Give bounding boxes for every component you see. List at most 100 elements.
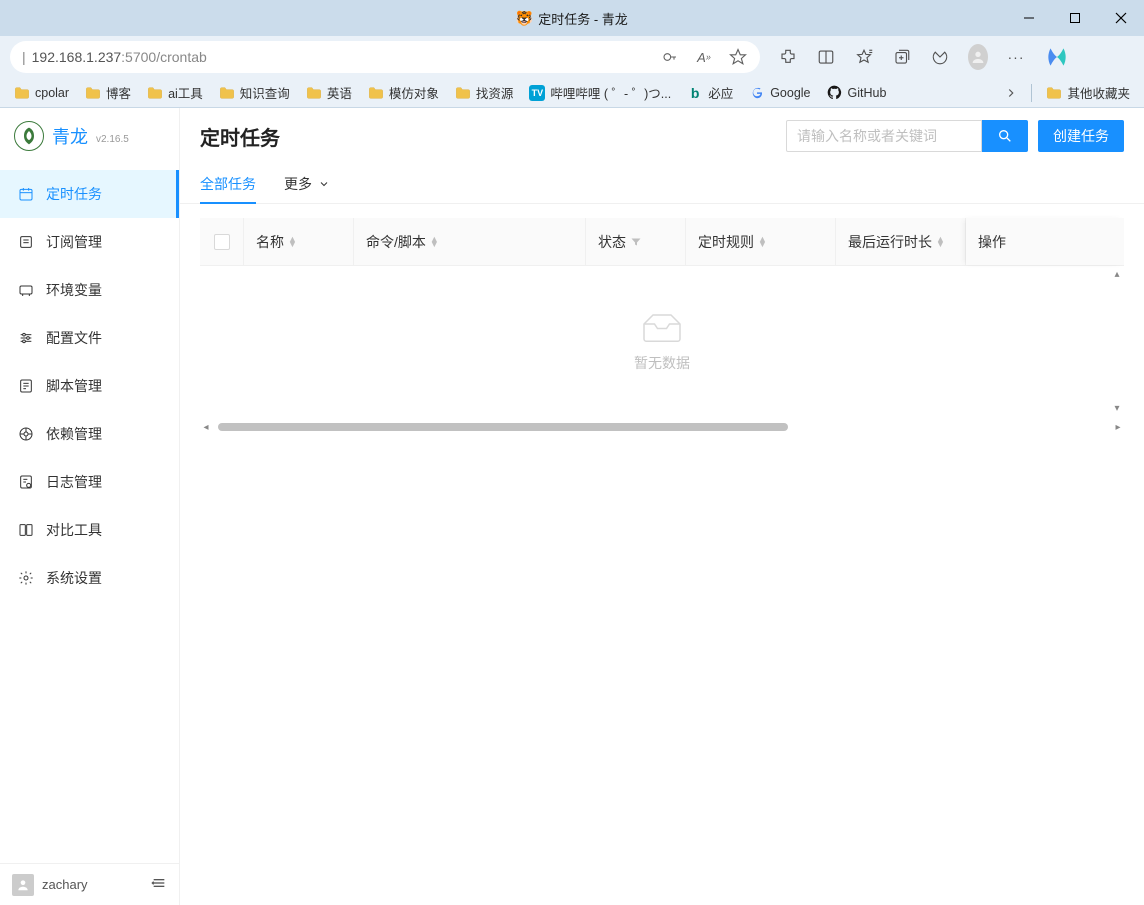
settings-icon [18,570,34,586]
sidebar-item-label: 环境变量 [46,280,102,300]
sort-icon: ▲▼ [430,237,439,247]
tab-more-label: 更多 [284,174,312,194]
scroll-down-arrow-icon: ▾ [1111,402,1123,414]
user-avatar-icon[interactable] [12,874,34,896]
sidebar-item-subscribe[interactable]: 订阅管理 [0,218,179,266]
create-task-button[interactable]: 创建任务 [1038,120,1124,152]
close-button[interactable] [1098,0,1144,36]
bookmark-item[interactable]: TV 哔哩哔哩 ( ゜- ゜)つ... [525,81,675,104]
collections-icon[interactable] [892,47,912,67]
folder-icon [368,86,384,100]
sidebar-item-label: 配置文件 [46,328,102,348]
sidebar-item-label: 对比工具 [46,520,102,540]
vertical-scrollbar[interactable]: ▴ ▾ [1112,266,1122,416]
google-icon [749,85,765,101]
split-screen-icon[interactable] [816,47,836,67]
tab-more[interactable]: 更多 [284,164,330,203]
th-name-label: 名称 [256,232,284,252]
folder-icon [455,86,471,100]
sidebar-item-clock[interactable]: 定时任务 [0,170,179,218]
sidebar-collapse-icon[interactable] [151,875,167,894]
google-icon [750,86,764,100]
folder-icon [14,86,30,100]
chevron-down-icon [318,178,330,190]
minimize-button[interactable] [1006,0,1052,36]
sidebar-item-label: 系统设置 [46,568,102,588]
favorites-icon[interactable] [854,47,874,67]
window-controls [1006,0,1144,36]
search-input[interactable] [786,120,982,152]
bookmark-item[interactable]: 找资源 [451,81,518,104]
bing-icon: b [687,85,703,101]
th-name[interactable]: 名称▲▼ [244,218,354,265]
th-checkbox [200,218,244,265]
performance-icon[interactable] [930,47,950,67]
search-button[interactable] [982,120,1028,152]
th-status[interactable]: 状态 [586,218,686,265]
tab-all-tasks[interactable]: 全部任务 [200,164,256,203]
content: 定时任务 创建任务 全部任务 更多 名称▲▼ 命令/脚本▲▼ 状态 定时规则▲▼… [180,108,1144,905]
bookmark-item[interactable]: b必应 [683,81,737,104]
copilot-icon[interactable] [1044,44,1070,70]
empty-state: 暂无数据 ▴ ▾ [200,266,1124,416]
horizontal-scrollbar[interactable]: ◂ ▸ [200,420,1124,434]
th-action: 操作 [966,218,1124,265]
sidebar-item-deps[interactable]: 依赖管理 [0,410,179,458]
profile-avatar[interactable] [968,47,988,67]
bili-icon: TV [529,85,545,101]
sidebar-item-label: 定时任务 [46,184,102,204]
bookmark-item[interactable]: 英语 [302,81,356,104]
th-duration[interactable]: 最后运行时长▲▼ [836,218,966,265]
bookmark-item[interactable]: cpolar [10,81,73,104]
scroll-left-arrow-icon: ◂ [200,421,212,433]
bookmark-item[interactable]: GitHub [823,81,891,104]
bookmarks-overflow-icon[interactable] [1001,83,1021,103]
bookmarks-divider [1031,84,1032,102]
bookmark-item[interactable]: 博客 [81,81,135,104]
sidebar-item-diff[interactable]: 对比工具 [0,506,179,554]
sidebar-item-label: 脚本管理 [46,376,102,396]
bookmark-label: 找资源 [476,83,514,102]
logs-icon [18,474,34,490]
sidebar-item-config[interactable]: 配置文件 [0,314,179,362]
scroll-up-arrow-icon: ▴ [1111,268,1123,280]
app-container: 青龙 v2.16.5 定时任务订阅管理环境变量配置文件脚本管理依赖管理日志管理对… [0,108,1144,905]
more-menu-icon[interactable]: ··· [1006,47,1026,67]
bookmark-label: 英语 [327,83,352,102]
addressbar-path: :5700/crontab [121,49,207,65]
password-icon[interactable] [660,47,680,67]
sidebar-item-script[interactable]: 脚本管理 [0,362,179,410]
app-name: 青龙 [52,123,88,149]
read-aloud-icon[interactable]: A» [694,47,714,67]
favorite-star-icon[interactable] [728,47,748,67]
bookmark-label: cpolar [35,86,69,100]
bookmark-item[interactable]: Google [745,81,814,104]
bookmark-label: 知识查询 [240,83,290,102]
bookmark-item[interactable]: ai工具 [143,81,207,104]
bookmark-label: 哔哩哔哩 ( ゜- ゜)つ... [550,83,671,102]
th-cron[interactable]: 定时规则▲▼ [686,218,836,265]
addressbar-host: 192.168.1.237 [32,49,122,65]
th-command[interactable]: 命令/脚本▲▼ [354,218,586,265]
app-logo[interactable]: 青龙 v2.16.5 [0,108,179,164]
env-icon [18,282,34,298]
config-icon [18,330,34,346]
scrollbar-thumb[interactable] [218,423,788,431]
sidebar-item-env[interactable]: 环境变量 [0,266,179,314]
folder-icon [85,86,101,100]
maximize-button[interactable] [1052,0,1098,36]
sidebar-item-settings[interactable]: 系统设置 [0,554,179,602]
sidebar-item-logs[interactable]: 日志管理 [0,458,179,506]
addressbar[interactable]: | 192.168.1.237:5700/crontab A» [10,41,760,73]
browser-toolbar-icons: ··· [778,44,1070,70]
bookmark-label: GitHub [848,86,887,100]
folder-icon [306,86,322,100]
bookmarks-other-folder[interactable]: 其他收藏夹 [1042,81,1134,104]
folder-icon [219,86,235,100]
bookmark-item[interactable]: 模仿对象 [364,81,443,104]
extension-icon[interactable] [778,47,798,67]
select-all-checkbox[interactable] [214,234,230,250]
bookmark-item[interactable]: 知识查询 [215,81,294,104]
th-status-label: 状态 [598,232,626,252]
bookmarks-bar: cpolar 博客 ai工具 知识查询 英语模仿对象 找资源 TV 哔哩哔哩 ( ゜- ゜)つ… [0,78,1144,108]
